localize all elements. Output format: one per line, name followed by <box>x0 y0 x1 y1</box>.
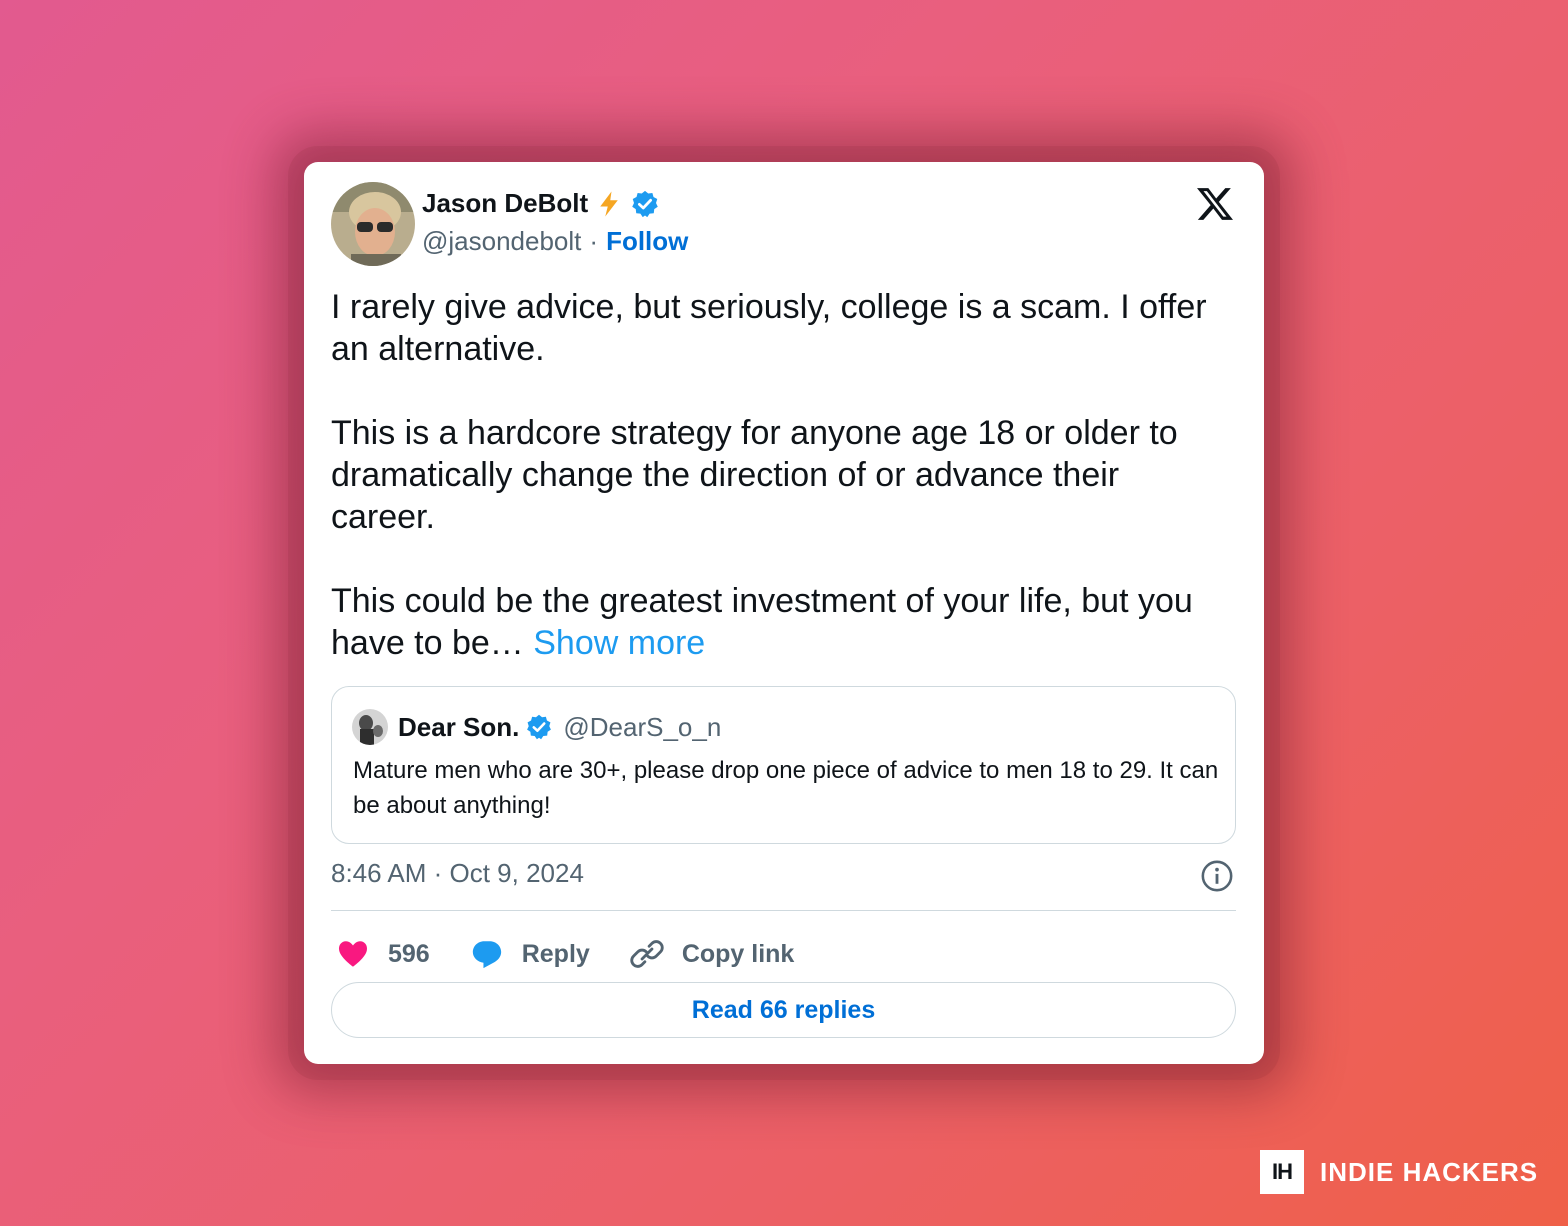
copy-link-button[interactable]: Copy link <box>630 937 795 971</box>
tweet-paragraph-3: This could be the greatest investment of… <box>331 580 1231 664</box>
verified-badge-icon <box>632 190 658 217</box>
quoted-author-avatar <box>352 709 388 745</box>
author-avatar[interactable] <box>331 182 415 266</box>
action-bar: 596 Reply Copy link <box>336 928 834 980</box>
indie-hackers-logo: IH <box>1260 1150 1304 1194</box>
indie-hackers-wordmark: INDIE HACKERS <box>1320 1156 1539 1187</box>
read-replies-button[interactable]: Read 66 replies <box>331 982 1236 1038</box>
quoted-author-handle: @DearS_o_n <box>563 711 722 742</box>
x-logo-icon[interactable] <box>1194 184 1236 224</box>
copy-link-label: Copy link <box>681 939 795 968</box>
bolt-icon <box>600 191 618 216</box>
tweet-timestamp[interactable]: 8:46 AM · Oct 9, 2024 <box>331 858 584 889</box>
tweet-paragraph-1: I rarely give advice, but seriously, col… <box>331 288 1207 368</box>
quoted-tweet[interactable]: Dear Son. @DearS_o_n Mature men who are … <box>331 686 1236 844</box>
heart-icon <box>338 941 368 967</box>
tweet-card: Jason DeBolt @jasondebolt · Follow I rar… <box>304 162 1264 1064</box>
follow-button[interactable]: Follow <box>606 226 688 257</box>
author-name-row: Jason DeBolt <box>422 188 660 219</box>
link-icon <box>630 940 664 968</box>
reply-bubble-icon <box>472 941 501 969</box>
author-handle[interactable]: @jasondebolt <box>422 226 581 257</box>
indie-hackers-brand: IH INDIE HACKERS <box>1260 1150 1538 1194</box>
tweet-paragraph-3-text: This could be the greatest investment of… <box>331 582 1193 662</box>
show-more-link[interactable]: Show more <box>533 624 705 662</box>
tweet-body: I rarely give advice, but seriously, col… <box>331 286 1231 664</box>
tweet-paragraph-2: This is a hardcore strategy for anyone a… <box>331 414 1178 536</box>
author-handle-row: @jasondebolt · Follow <box>422 226 688 257</box>
quoted-tweet-header: Dear Son. @DearS_o_n <box>352 709 721 745</box>
like-button[interactable]: 596 <box>336 937 430 971</box>
reply-label: Reply <box>521 939 590 968</box>
quoted-author-name: Dear Son. <box>398 711 520 742</box>
separator-dot: · <box>589 226 599 256</box>
like-count: 596 <box>388 939 430 968</box>
author-name[interactable]: Jason DeBolt <box>422 188 588 219</box>
info-icon[interactable] <box>1200 859 1234 893</box>
verified-badge-icon <box>527 714 552 740</box>
quoted-tweet-text: Mature men who are 30+, please drop one … <box>353 757 1219 819</box>
reply-button[interactable]: Reply <box>470 937 590 971</box>
divider <box>331 910 1236 911</box>
